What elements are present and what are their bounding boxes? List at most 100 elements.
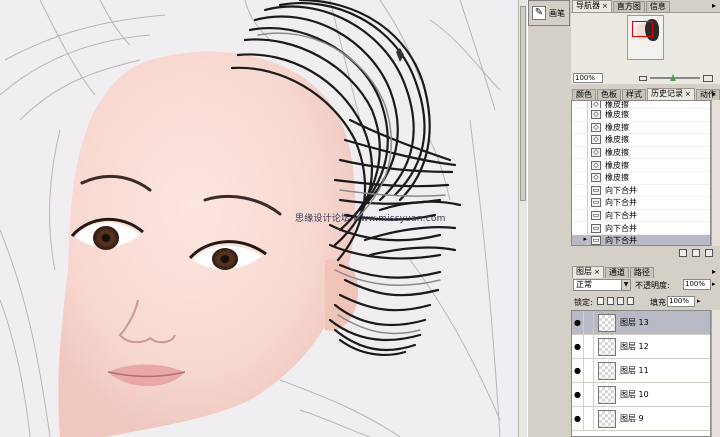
eye-icon[interactable]: ● — [572, 359, 584, 382]
history-gutter[interactable] — [572, 101, 588, 108]
layer-row[interactable]: ● 图层 13 — [572, 311, 710, 335]
zoom-slider-knob[interactable] — [670, 74, 676, 81]
eye-icon[interactable]: ● — [572, 311, 584, 334]
tab-history[interactable]: 历史记录 × — [647, 88, 695, 100]
link-slot[interactable] — [584, 383, 594, 406]
history-gutter[interactable] — [572, 109, 588, 121]
close-icon[interactable]: × — [685, 90, 691, 98]
history-state[interactable]: ▭ 向下合并 — [572, 222, 710, 235]
history-state[interactable]: ◇ 橡皮擦 — [572, 121, 710, 135]
document-canvas[interactable]: 思缘设计论坛 www.missyuan.com — [0, 0, 518, 437]
blend-mode-select[interactable]: 正常 ▼ — [573, 279, 631, 291]
tab-styles[interactable]: 样式 — [622, 89, 646, 100]
eye-icon[interactable]: ● — [572, 383, 584, 406]
history-state-label: 橡皮擦 — [605, 101, 629, 109]
zoom-in-icon[interactable] — [703, 74, 713, 82]
history-gutter[interactable] — [572, 121, 588, 134]
merge-icon: ▭ — [591, 185, 601, 195]
history-state-label: 橡皮擦 — [605, 148, 629, 158]
layer-row[interactable]: ● 图层 10 — [572, 383, 710, 407]
layer-row[interactable]: ● 图层 9 — [572, 407, 710, 431]
history-state[interactable]: ▸ ▭ 向下合并 — [572, 234, 710, 245]
layer-row[interactable]: ● 图层 12 — [572, 335, 710, 359]
layer-thumbnail — [598, 337, 616, 356]
history-brush-source-icon[interactable]: ▸ — [572, 234, 588, 245]
zoom-input[interactable]: 100% — [573, 73, 603, 83]
close-icon[interactable]: × — [602, 2, 608, 10]
history-scrollbar[interactable] — [711, 100, 720, 246]
brush-panel-button[interactable]: ✎ 画笔 — [528, 0, 570, 26]
history-state-label: 向下合并 — [605, 211, 637, 221]
lock-position-icon[interactable] — [617, 297, 624, 305]
history-state[interactable]: ▭ 向下合并 — [572, 197, 710, 210]
tab-layers[interactable]: 图层 × — [572, 266, 604, 278]
history-gutter[interactable] — [572, 222, 588, 234]
tab-channels[interactable]: 通道 — [604, 267, 629, 278]
trash-icon[interactable] — [705, 249, 713, 257]
opacity-label: 不透明度: — [635, 281, 670, 290]
tab-swatches[interactable]: 色板 — [597, 89, 621, 100]
close-icon[interactable]: × — [594, 268, 600, 276]
lock-all-icon[interactable] — [627, 297, 634, 305]
view-box[interactable] — [632, 21, 653, 37]
eye-icon[interactable]: ● — [572, 407, 584, 430]
eraser-icon: ◇ — [591, 160, 601, 170]
history-state[interactable]: ◇ 橡皮擦 — [572, 159, 710, 172]
tab-paths[interactable]: 路径 — [629, 267, 654, 278]
history-state[interactable]: ▭ 向下合并 — [572, 209, 710, 223]
link-slot[interactable] — [584, 359, 594, 382]
history-state[interactable]: ◇ 橡皮擦 — [572, 146, 710, 160]
zoom-out-icon[interactable] — [639, 75, 647, 81]
panel-menu-icon[interactable]: ▸ — [709, 89, 719, 99]
tab-info[interactable]: 信息 — [645, 1, 670, 12]
history-gutter[interactable] — [572, 146, 588, 159]
history-gutter[interactable] — [572, 197, 588, 209]
layer-row[interactable]: ● 图层 11 — [572, 359, 710, 383]
history-state[interactable]: ▭ 向下合并 — [572, 184, 710, 198]
new-document-from-state-icon[interactable] — [679, 249, 687, 257]
history-gutter[interactable] — [572, 159, 588, 171]
link-slot[interactable] — [584, 335, 594, 358]
panel-menu-icon[interactable]: ▸ — [709, 267, 719, 277]
canvas-vertical-scrollbar[interactable] — [518, 0, 527, 437]
history-list: ◇ 橡皮擦 ◇ 橡皮擦 ◇ 橡皮擦 ◇ 橡皮擦 ◇ 橡皮擦 ◇ 橡皮擦 ◇ 橡皮擦 ▭ 向下合并 ▭ 向下合并 ▭ 向… — [571, 100, 711, 246]
navigator-zoom-row: 100% — [571, 72, 720, 84]
opacity-arrow-icon[interactable]: ▸ — [712, 280, 716, 288]
eye-icon[interactable]: ● — [572, 335, 584, 358]
history-state[interactable]: ◇ 橡皮擦 — [572, 134, 710, 147]
history-state[interactable]: ◇ 橡皮擦 — [572, 101, 710, 109]
link-slot[interactable] — [584, 407, 594, 430]
fill-arrow-icon[interactable]: ▸ — [697, 297, 701, 305]
scrollbar-thumb[interactable] — [520, 6, 526, 201]
history-state[interactable]: ◇ 橡皮擦 — [572, 109, 710, 122]
lock-transparent-icon[interactable] — [597, 297, 604, 305]
history-state[interactable]: ◇ 橡皮擦 — [572, 171, 710, 185]
history-gutter[interactable] — [572, 209, 588, 222]
tab-histogram[interactable]: 直方图 — [612, 1, 645, 12]
fill-input[interactable]: 100% — [667, 296, 695, 307]
history-state-label: 橡皮擦 — [605, 173, 629, 183]
opacity-input[interactable]: 100% — [683, 279, 711, 290]
layers-scrollbar[interactable] — [711, 310, 720, 437]
zoom-slider[interactable] — [650, 74, 700, 81]
layer-name: 图层 13 — [620, 318, 649, 327]
lock-image-icon[interactable] — [607, 297, 614, 305]
navigator-thumbnail[interactable] — [627, 15, 664, 60]
brush-icon: ✎ — [532, 6, 546, 20]
history-gutter[interactable] — [572, 134, 588, 146]
panel-menu-icon[interactable]: ▸ — [709, 1, 719, 11]
merge-icon: ▭ — [591, 236, 601, 245]
layers-list: ● 图层 13 ● 图层 12 ● 图层 11 ● 图层 10 ● 图层 9 — [571, 310, 711, 437]
layer-thumbnail — [598, 313, 616, 332]
new-snapshot-icon[interactable] — [692, 249, 700, 257]
history-gutter[interactable] — [572, 171, 588, 184]
history-gutter[interactable] — [572, 184, 588, 197]
navigator-tabs: 导航器 × 直方图 信息 — [572, 0, 671, 12]
layer-name: 图层 10 — [620, 390, 649, 399]
link-slot[interactable] — [584, 311, 594, 334]
eraser-icon: ◇ — [591, 173, 601, 183]
tab-color[interactable]: 颜色 — [572, 89, 596, 100]
history-tabs: 颜色 色板 样式 历史记录 × 动作 — [572, 88, 720, 100]
history-state-label: 橡皮擦 — [605, 110, 629, 120]
tab-navigator[interactable]: 导航器 × — [572, 0, 612, 12]
